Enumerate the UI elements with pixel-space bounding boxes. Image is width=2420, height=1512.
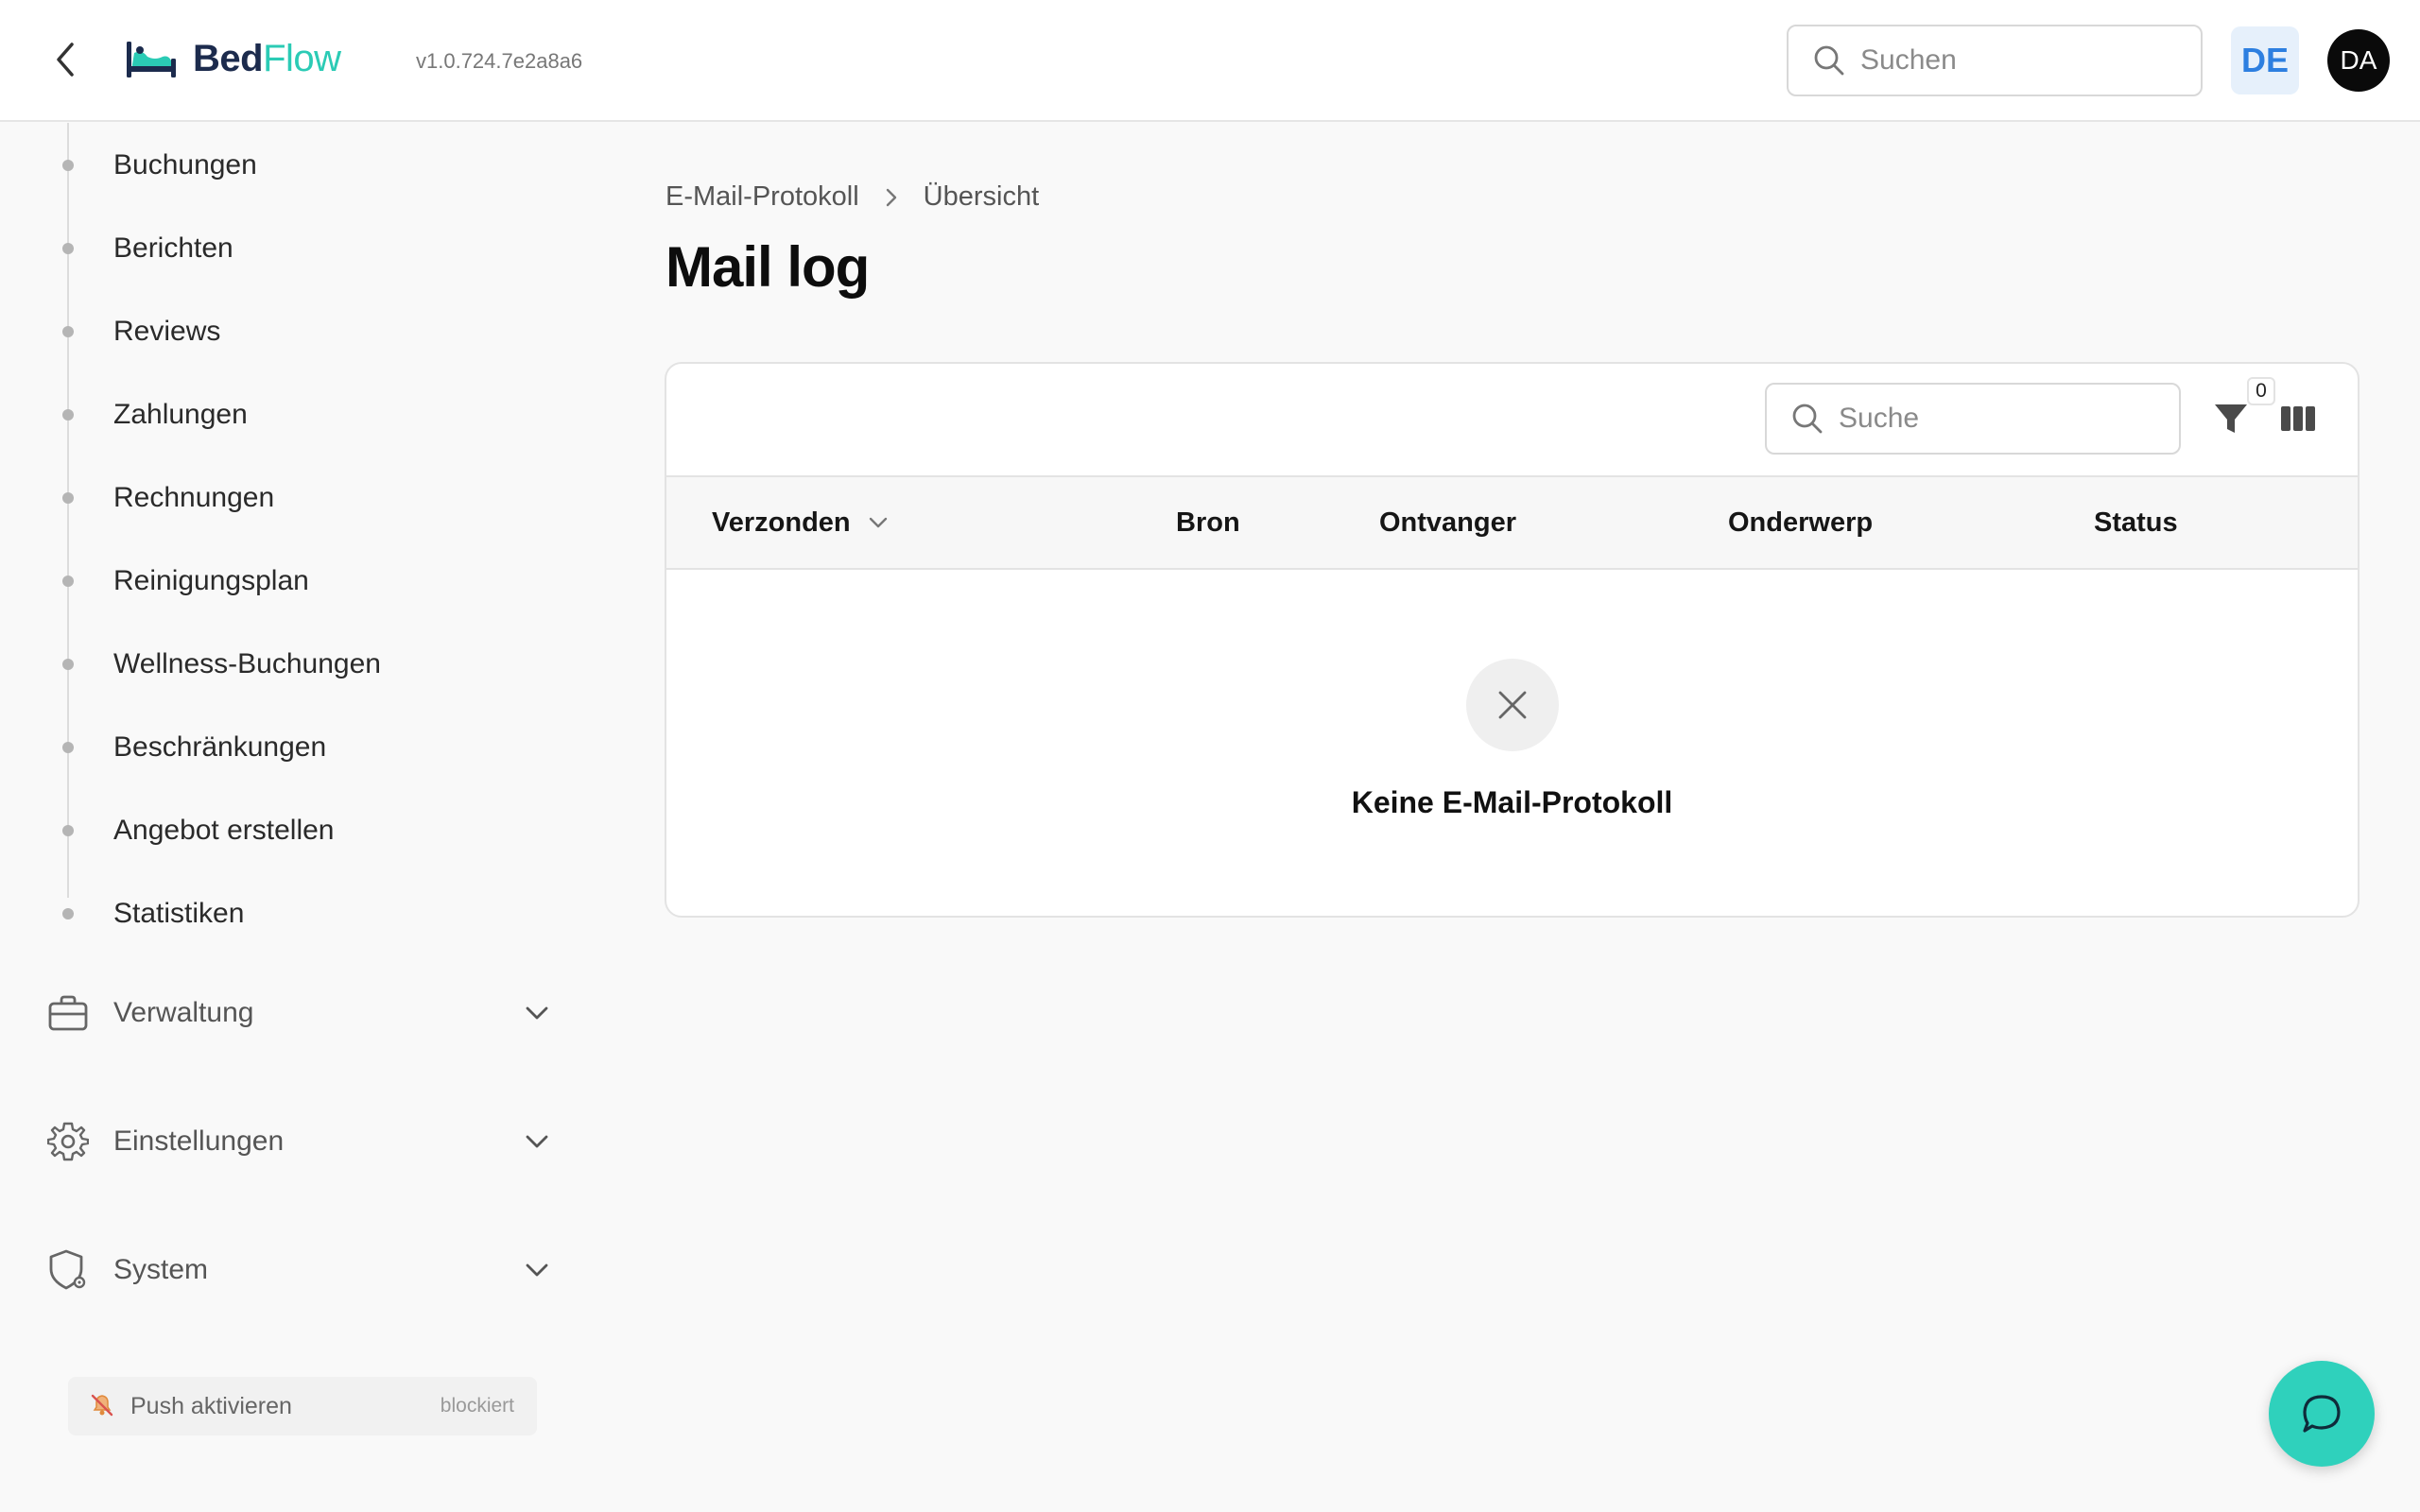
sidebar-item-label: Angebot erstellen bbox=[113, 815, 335, 846]
chat-bubble-icon bbox=[2303, 1395, 2341, 1433]
language-button[interactable]: DE bbox=[2231, 26, 2299, 94]
sidebar-item-rechnungen[interactable]: Rechnungen bbox=[0, 470, 567, 526]
sidebar-item-label: Berichten bbox=[113, 232, 233, 264]
chevron-down-icon bbox=[518, 1123, 556, 1160]
sidebar-group-system[interactable]: System bbox=[45, 1240, 556, 1300]
bullet-dot bbox=[62, 160, 74, 171]
global-search-input[interactable] bbox=[1860, 44, 2163, 77]
shield-gear-icon bbox=[45, 1247, 91, 1293]
push-state: blockiert bbox=[440, 1395, 514, 1417]
bullet-dot bbox=[62, 492, 74, 504]
logo-text-bed: Bed bbox=[193, 37, 264, 79]
chevron-down-icon bbox=[518, 1251, 556, 1289]
sidebar: Buchungen Berichten Reviews Zahlungen Re… bbox=[0, 123, 605, 1512]
chevron-right-icon bbox=[884, 186, 899, 209]
column-header-label: Verzonden bbox=[712, 507, 851, 538]
sidebar-item-zahlungen[interactable]: Zahlungen bbox=[0, 387, 567, 443]
chevron-down-icon bbox=[868, 516, 889, 529]
push-activate-button[interactable]: Push aktivieren blockiert bbox=[68, 1377, 537, 1435]
sidebar-item-label: Reviews bbox=[113, 316, 221, 347]
table-header: Verzonden Bron Ontvanger Onderwerp Statu… bbox=[666, 475, 2358, 570]
sidebar-item-angebot-erstellen[interactable]: Angebot erstellen bbox=[0, 802, 567, 859]
column-header-bron[interactable]: Bron bbox=[1176, 477, 1240, 568]
search-icon bbox=[1792, 404, 1823, 434]
breadcrumb-item-mail-log[interactable]: E-Mail-Protokoll bbox=[666, 181, 859, 213]
sidebar-item-statistiken[interactable]: Statistiken bbox=[0, 885, 567, 942]
column-header-status[interactable]: Status bbox=[2094, 477, 2178, 568]
sidebar-item-reinigungsplan[interactable]: Reinigungsplan bbox=[0, 553, 567, 610]
sidebar-group-verwaltung[interactable]: Verwaltung bbox=[45, 983, 556, 1043]
bullet-dot bbox=[62, 243, 74, 254]
filter-count-badge: 0 bbox=[2247, 377, 2275, 405]
chevron-down-icon bbox=[518, 994, 556, 1032]
breadcrumb: E-Mail-Protokoll Übersicht bbox=[666, 181, 1039, 213]
bell-off-icon bbox=[89, 1392, 115, 1423]
page-title: Mail log bbox=[666, 235, 870, 299]
bullet-dot bbox=[62, 576, 74, 587]
bullet-dot bbox=[62, 326, 74, 337]
column-header-ontvanger[interactable]: Ontvanger bbox=[1379, 477, 1516, 568]
chat-button[interactable] bbox=[2269, 1361, 2375, 1467]
chevron-left-icon bbox=[57, 43, 74, 77]
columns-button[interactable] bbox=[2277, 400, 2319, 438]
bullet-dot bbox=[62, 908, 74, 919]
mail-log-table-card: 0 Verzonden Bron Ontvanger Onderwerp Sta… bbox=[665, 362, 2360, 918]
global-search[interactable] bbox=[1787, 25, 2203, 96]
table-search-input[interactable] bbox=[1839, 403, 2141, 435]
briefcase-icon bbox=[45, 990, 91, 1036]
user-avatar[interactable]: DA bbox=[2327, 29, 2390, 92]
sidebar-item-beschraenkungen[interactable]: Beschränkungen bbox=[0, 719, 567, 776]
bullet-dot bbox=[62, 659, 74, 670]
sidebar-group-einstellungen[interactable]: Einstellungen bbox=[45, 1111, 556, 1172]
columns-icon bbox=[2281, 406, 2315, 431]
sidebar-group-label: Verwaltung bbox=[113, 997, 254, 1028]
table-search[interactable] bbox=[1765, 383, 2181, 455]
push-label: Push aktivieren bbox=[130, 1392, 292, 1419]
logo-text-flow: Flow bbox=[263, 37, 341, 79]
sidebar-item-label: Beschränkungen bbox=[113, 731, 327, 763]
sidebar-item-label: Statistiken bbox=[113, 898, 245, 929]
search-icon bbox=[1814, 45, 1844, 76]
close-icon bbox=[1498, 691, 1527, 719]
sidebar-group-label: System bbox=[113, 1254, 209, 1285]
sidebar-item-wellness-buchungen[interactable]: Wellness-Buchungen bbox=[0, 636, 567, 693]
version-label: v1.0.724.7e2a8a6 bbox=[416, 49, 583, 73]
empty-state-text: Keine E-Mail-Protokoll bbox=[1351, 785, 1673, 819]
column-header-verzonden[interactable]: Verzonden bbox=[712, 477, 889, 568]
filter-icon bbox=[2215, 404, 2247, 433]
top-bar: BedFlow v1.0.724.7e2a8a6 DE DA bbox=[0, 0, 2420, 122]
sidebar-item-reviews[interactable]: Reviews bbox=[0, 303, 567, 360]
filter-button[interactable] bbox=[2210, 398, 2252, 439]
column-header-onderwerp[interactable]: Onderwerp bbox=[1728, 477, 1873, 568]
back-button[interactable] bbox=[42, 36, 89, 83]
breadcrumb-item-overview: Übersicht bbox=[923, 181, 1040, 212]
sidebar-item-label: Reinigungsplan bbox=[113, 565, 309, 596]
sidebar-item-label: Buchungen bbox=[113, 149, 257, 180]
sidebar-item-buchungen[interactable]: Buchungen bbox=[0, 137, 567, 194]
sidebar-group-label: Einstellungen bbox=[113, 1125, 285, 1157]
sidebar-item-berichten[interactable]: Berichten bbox=[0, 220, 567, 277]
bed-logo-icon bbox=[127, 42, 176, 77]
sidebar-item-label: Rechnungen bbox=[113, 482, 275, 513]
gear-icon bbox=[45, 1119, 91, 1164]
bullet-dot bbox=[62, 409, 74, 421]
empty-state-icon bbox=[1466, 659, 1559, 751]
app-logo[interactable]: BedFlow bbox=[125, 32, 341, 85]
bullet-dot bbox=[62, 825, 74, 836]
sidebar-item-label: Wellness-Buchungen bbox=[113, 648, 381, 679]
sidebar-item-label: Zahlungen bbox=[113, 399, 248, 430]
bullet-dot bbox=[62, 742, 74, 753]
